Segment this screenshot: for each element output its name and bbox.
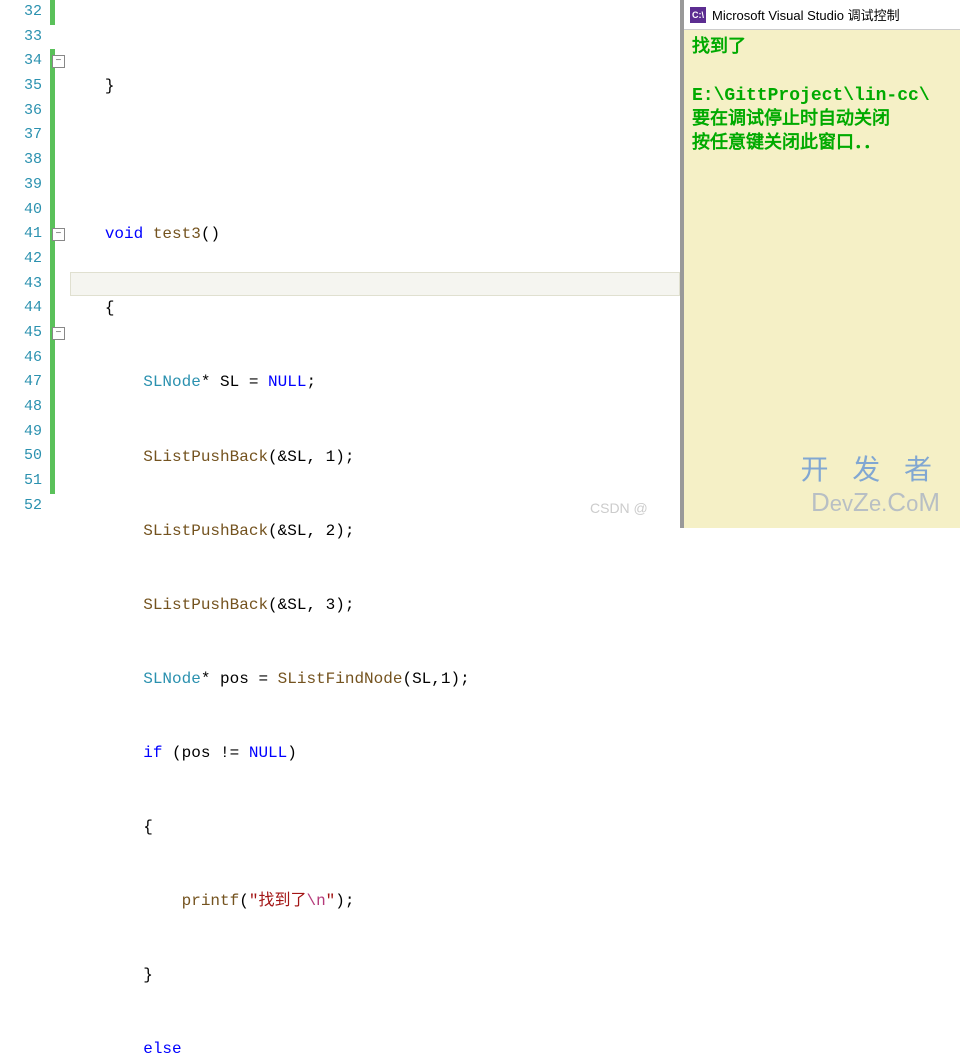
code-line: SLNode* pos = SListFindNode(SL,1);	[70, 667, 680, 692]
line-number: 41	[0, 222, 42, 247]
code-line	[70, 148, 680, 173]
line-number: 52	[0, 494, 42, 519]
line-number-gutter: 3233343536373839404142434445464748495051…	[0, 0, 50, 528]
fold-toggle[interactable]: −	[52, 327, 65, 340]
fold-toggle[interactable]: −	[52, 55, 65, 68]
line-number: 33	[0, 25, 42, 50]
code-editor[interactable]: 3233343536373839404142434445464748495051…	[0, 0, 680, 528]
code-line: }	[70, 963, 680, 988]
code-line: SListPushBack(&SL, 3);	[70, 593, 680, 618]
code-line: else	[70, 1037, 680, 1056]
vs-icon: C:\	[690, 7, 706, 23]
watermark-en: DevZe.CoM	[811, 487, 940, 518]
line-number: 39	[0, 173, 42, 198]
watermark-cn: 开 发 者	[800, 448, 940, 488]
line-number: 38	[0, 148, 42, 173]
console-title: Microsoft Visual Studio 调试控制	[712, 5, 900, 24]
code-line: {	[70, 296, 680, 321]
code-line: SListPushBack(&SL, 2);	[70, 519, 680, 544]
line-number: 45	[0, 321, 42, 346]
line-number: 49	[0, 420, 42, 445]
code-line: }	[70, 74, 680, 99]
change-marker	[50, 0, 55, 25]
code-area[interactable]: } void test3() { SLNode* SL = NULL; SLis…	[70, 0, 680, 528]
csdn-watermark: CSDN @	[590, 500, 648, 516]
fold-toggle[interactable]: −	[52, 228, 65, 241]
code-line: if (pos != NULL)	[70, 741, 680, 766]
code-line: void test3()	[70, 222, 680, 247]
change-marker	[50, 49, 55, 494]
code-line: SListPushBack(&SL, 1);	[70, 445, 680, 470]
current-line-highlight	[70, 272, 680, 297]
line-number: 51	[0, 469, 42, 494]
line-number: 47	[0, 370, 42, 395]
line-number: 42	[0, 247, 42, 272]
line-number: 40	[0, 198, 42, 223]
console-titlebar[interactable]: C:\ Microsoft Visual Studio 调试控制	[684, 0, 960, 30]
code-line: printf("找到了\n");	[70, 889, 680, 914]
line-number: 32	[0, 0, 42, 25]
line-number: 36	[0, 99, 42, 124]
line-number: 48	[0, 395, 42, 420]
line-number: 44	[0, 296, 42, 321]
line-number: 34	[0, 49, 42, 74]
line-number: 46	[0, 346, 42, 371]
line-number: 37	[0, 123, 42, 148]
fold-column: − − −	[50, 0, 70, 528]
code-line: {	[70, 815, 680, 840]
code-line: SLNode* SL = NULL;	[70, 370, 680, 395]
line-number: 43	[0, 272, 42, 297]
line-number: 50	[0, 444, 42, 469]
line-number: 35	[0, 74, 42, 99]
